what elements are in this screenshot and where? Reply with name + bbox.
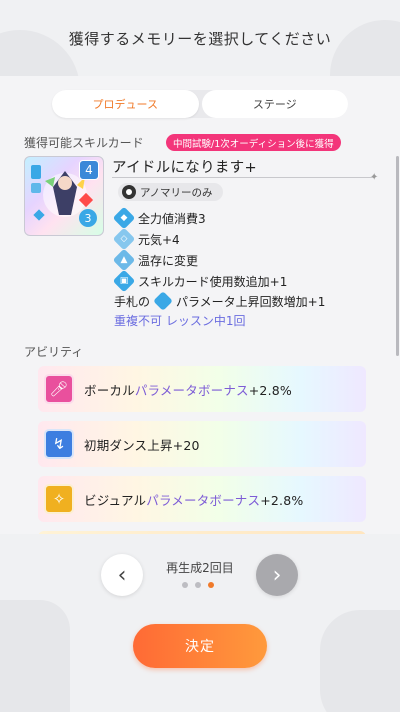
effect-text: 元気+4 bbox=[138, 232, 180, 247]
effect-row: ▣ スキルカード使用数追加+1 bbox=[112, 269, 288, 293]
navigation-area: ‹ 再生成2回目 › 決定 bbox=[0, 534, 400, 712]
confirm-button[interactable]: 決定 bbox=[133, 624, 267, 668]
dance-icon: ↯ bbox=[44, 429, 74, 459]
name-divider bbox=[112, 177, 374, 178]
card-cost-badge: 4 bbox=[79, 160, 99, 180]
ability-label: ビジュアル bbox=[84, 492, 147, 508]
ability-item: ✧ ビジュアルパラメータボーナス+2.8% bbox=[38, 476, 366, 522]
effect-text: スキルカード使用数追加+1 bbox=[138, 274, 288, 289]
diamond-icon: ◆ bbox=[112, 206, 136, 230]
previous-button[interactable]: ‹ bbox=[101, 554, 143, 596]
scrollbar[interactable] bbox=[396, 156, 399, 356]
chevron-right-icon: › bbox=[272, 562, 282, 588]
shield-icon: ◇ bbox=[112, 227, 136, 251]
effect-row: ▲ 温存に変更 bbox=[112, 248, 199, 272]
skill-card-image[interactable]: 4 3 bbox=[24, 156, 104, 236]
effect-text: 温存に変更 bbox=[138, 253, 199, 268]
card-level-badge: 3 bbox=[79, 209, 97, 227]
ability-item: 🎤︎ ボーカルパラメータボーナス+2.8% bbox=[38, 366, 366, 412]
ability-highlight: パラメータボーナス bbox=[134, 382, 249, 398]
microphone-icon: 🎤︎ bbox=[44, 374, 74, 404]
hand-effect-text: パラメータ上昇回数増加+1 bbox=[176, 294, 326, 309]
page-dot bbox=[182, 582, 188, 588]
memory-panel: プロデュース ステージ 獲得可能スキルカード 中間試験/1次オーディション後に獲… bbox=[0, 76, 400, 534]
chevron-left-icon: ‹ bbox=[117, 562, 127, 588]
ability-highlight: パラメータボーナス bbox=[146, 492, 261, 508]
page-dot-active bbox=[208, 582, 214, 588]
ability-label: 初期ダンス上昇+20 bbox=[84, 437, 200, 453]
ability-text: ビジュアルパラメータボーナス+2.8% bbox=[84, 490, 303, 509]
ability-item: ↯ 初期ダンス上昇+20 bbox=[38, 421, 366, 467]
ability-suffix: +2.8% bbox=[248, 382, 292, 398]
ability-label: ボーカル bbox=[84, 382, 135, 398]
tab-bar: プロデュース ステージ bbox=[52, 90, 348, 118]
ability-suffix: +2.8% bbox=[260, 492, 304, 508]
anomaly-tag: アノマリーのみ bbox=[118, 183, 223, 201]
hand-effect-row: 手札の パラメータ上昇回数増加+1 bbox=[114, 291, 326, 311]
hand-prefix: 手札の bbox=[114, 294, 151, 309]
next-button[interactable]: › bbox=[256, 554, 298, 596]
tab-stage[interactable]: ステージ bbox=[201, 90, 348, 118]
effect-row: ◇ 元気+4 bbox=[112, 227, 180, 251]
regeneration-label: 再生成2回目 bbox=[166, 561, 234, 575]
sparkle-icon: ✦ bbox=[370, 172, 379, 183]
skill-card-name: アイドルになります+ bbox=[112, 160, 257, 176]
page-title: 獲得するメモリーを選択してください bbox=[68, 29, 332, 48]
anomaly-tag-label: アノマリーのみ bbox=[140, 186, 213, 199]
ability-text: ボーカルパラメータボーナス+2.8% bbox=[84, 380, 292, 399]
visual-icon: ✧ bbox=[44, 484, 74, 514]
parameter-icon bbox=[153, 291, 173, 311]
page-dot bbox=[195, 582, 201, 588]
card-icon: ▣ bbox=[112, 269, 136, 293]
ability-text: 初期ダンス上昇+20 bbox=[84, 435, 200, 454]
ability-section-label: アビリティ bbox=[24, 345, 84, 359]
condition-badge: 中間試験/1次オーディション後に獲得 bbox=[166, 134, 341, 151]
skill-section-label: 獲得可能スキルカード bbox=[24, 136, 144, 150]
restriction-note: 重複不可 レッスン中1回 bbox=[114, 314, 246, 328]
effect-text: 全力値消費3 bbox=[138, 211, 206, 226]
tab-produce[interactable]: プロデュース bbox=[52, 90, 199, 118]
effect-row: ◆ 全力値消費3 bbox=[112, 206, 206, 230]
anomaly-icon bbox=[122, 185, 136, 199]
page-indicator bbox=[182, 582, 214, 588]
flame-icon: ▲ bbox=[112, 248, 136, 272]
